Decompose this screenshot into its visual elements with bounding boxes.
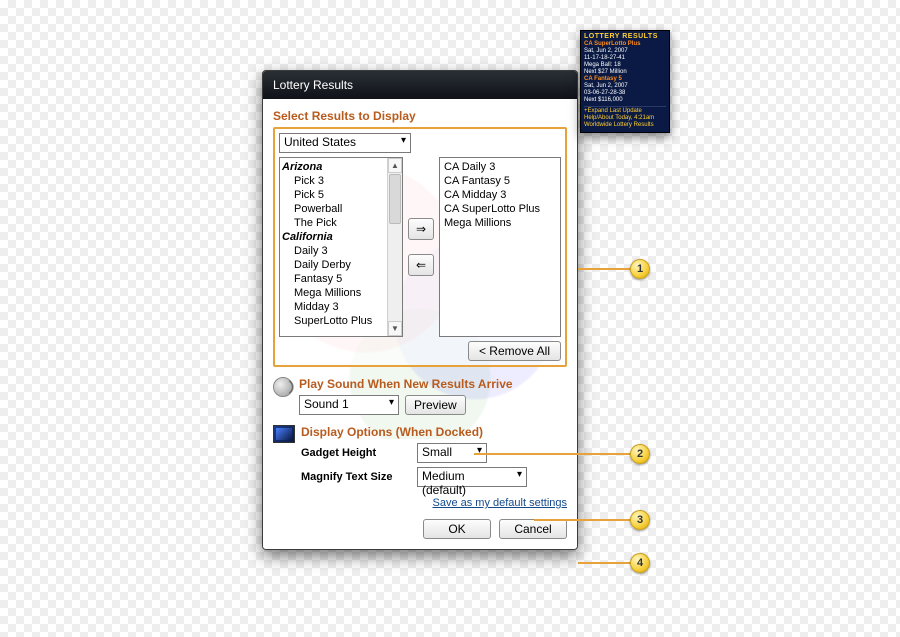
gadget-preview: LOTTERY RESULTS CA SuperLotto Plus Sat, … xyxy=(580,30,670,133)
preview-button[interactable]: Preview xyxy=(405,395,466,415)
available-list[interactable]: Arizona Pick 3 Pick 5 Powerball The Pick… xyxy=(279,157,403,337)
select-results-panel: United States Arizona Pick 3 Pick 5 Powe… xyxy=(273,127,567,367)
callout-1: 1 xyxy=(630,259,650,279)
magnify-value: Medium (default) xyxy=(417,467,527,487)
section-select-title: Select Results to Display xyxy=(273,109,567,123)
speaker-icon xyxy=(273,377,293,397)
list-group-header: Arizona xyxy=(282,160,400,174)
titlebar: Lottery Results xyxy=(263,71,577,99)
scrollbar[interactable]: ▲ ▼ xyxy=(387,158,402,336)
magnify-dropdown[interactable]: Medium (default) xyxy=(417,467,527,487)
section-sound-title: Play Sound When New Results Arrive xyxy=(299,377,567,391)
sound-dropdown[interactable]: Sound 1 xyxy=(299,395,399,415)
sound-dropdown-value: Sound 1 xyxy=(299,395,399,415)
callout-3: 3 xyxy=(630,510,650,530)
scroll-up-icon[interactable]: ▲ xyxy=(388,158,402,173)
gadget-game-next: Next $116,000 xyxy=(584,97,666,104)
list-item[interactable]: Daily 3 xyxy=(282,244,400,258)
list-group-header: California xyxy=(282,230,400,244)
gadget-game-name: CA Fantasy 5 xyxy=(584,76,666,83)
list-item[interactable]: Fantasy 5 xyxy=(282,272,400,286)
dialog-title: Lottery Results xyxy=(273,78,353,92)
list-item[interactable]: CA Fantasy 5 xyxy=(444,174,556,188)
arrow-left-icon: ⇐ xyxy=(416,258,426,272)
gadget-height-label: Gadget Height xyxy=(301,447,411,459)
gadget-game-next: Next $27 Million xyxy=(584,69,666,76)
arrow-right-icon: ⇒ xyxy=(416,222,426,236)
scroll-down-icon[interactable]: ▼ xyxy=(388,321,402,336)
gadget-game-date: Sat, Jun 2, 2007 xyxy=(584,83,666,90)
list-item[interactable]: CA SuperLotto Plus xyxy=(444,202,556,216)
country-dropdown[interactable]: United States xyxy=(279,133,411,153)
gadget-game-nums: 03-06-27-28-38 xyxy=(584,90,666,97)
country-dropdown-value: United States xyxy=(279,133,411,153)
list-item[interactable]: Midday 3 xyxy=(282,300,400,314)
save-default-link[interactable]: Save as my default settings xyxy=(432,497,567,509)
gadget-foot: +Expand Last Update xyxy=(584,108,666,115)
gadget-game-nums: 11-17-18-27-41 xyxy=(584,55,666,62)
ok-button[interactable]: OK xyxy=(423,519,491,539)
settings-dialog: Lottery Results Select Results to Displa… xyxy=(262,70,578,550)
list-item[interactable]: Powerball xyxy=(282,202,400,216)
gadget-foot: Help/About Today, 4:21am xyxy=(584,115,666,122)
gadget-header: LOTTERY RESULTS xyxy=(584,33,666,40)
list-item[interactable]: Pick 5 xyxy=(282,188,400,202)
callout-2: 2 xyxy=(630,444,650,464)
gadget-game-name: CA SuperLotto Plus xyxy=(584,41,666,48)
remove-button[interactable]: ⇐ xyxy=(408,254,434,276)
section-display-title: Display Options (When Docked) xyxy=(301,425,567,439)
list-item[interactable]: The Pick xyxy=(282,216,400,230)
gadget-game-extra: Mega Ball: 18 xyxy=(584,62,666,69)
selected-list[interactable]: CA Daily 3 CA Fantasy 5 CA Midday 3 CA S… xyxy=(439,157,561,337)
list-item[interactable]: Mega Millions xyxy=(444,216,556,230)
list-item[interactable]: CA Midday 3 xyxy=(444,188,556,202)
add-button[interactable]: ⇒ xyxy=(408,218,434,240)
list-item[interactable]: SuperLotto Plus xyxy=(282,314,400,328)
magnify-label: Magnify Text Size xyxy=(301,471,411,483)
gadget-game-date: Sat, Jun 2, 2007 xyxy=(584,48,666,55)
remove-all-button[interactable]: < Remove All xyxy=(468,341,561,361)
list-item[interactable]: Daily Derby xyxy=(282,258,400,272)
monitor-icon xyxy=(273,425,295,443)
list-item[interactable]: Pick 3 xyxy=(282,174,400,188)
list-item[interactable]: Mega Millions xyxy=(282,286,400,300)
gadget-foot: Worldwide Lottery Results xyxy=(584,122,666,129)
scroll-thumb[interactable] xyxy=(389,174,401,224)
list-item[interactable]: CA Daily 3 xyxy=(444,160,556,174)
callout-4: 4 xyxy=(630,553,650,573)
